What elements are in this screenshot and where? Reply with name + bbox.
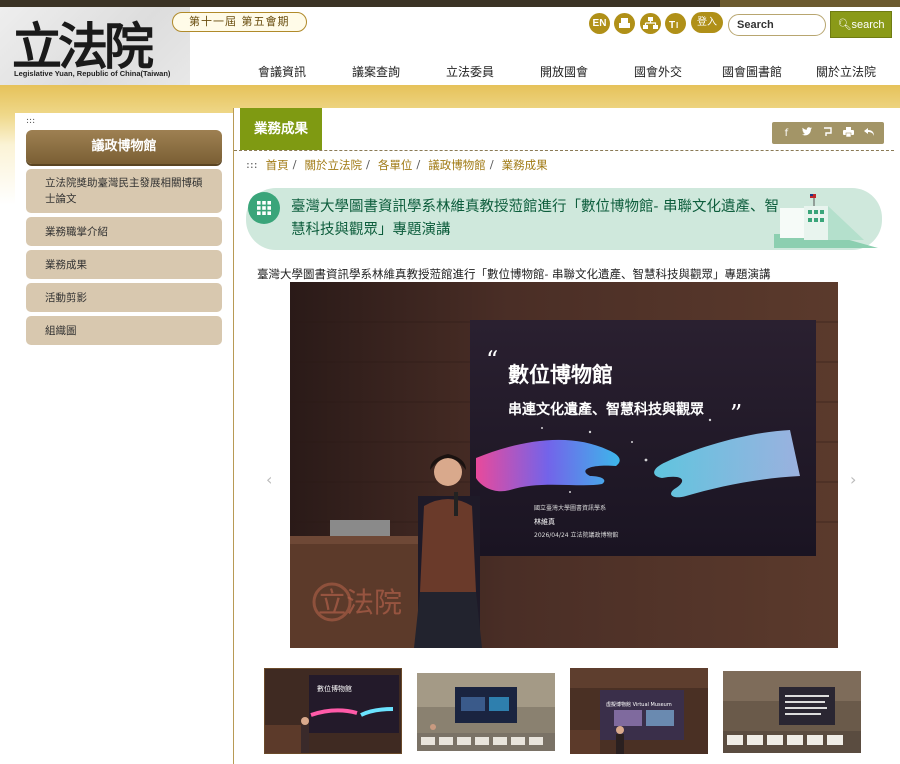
main-content: 業務成果 f ::: 首頁 / 關於立法院 / 各單位 / 議政博物館 / 業務… [233, 108, 900, 764]
breadcrumb-current[interactable]: 業務成果 [502, 157, 548, 173]
search-input[interactable] [728, 14, 826, 36]
main-photo[interactable]: “ 數位博物館 串連文化遺產、智慧科技與觀眾 ” 國立臺灣大學圖書資訊學系 林維… [290, 282, 838, 648]
slide-subtitle: 串連文化遺產、智慧科技與觀眾 [508, 401, 704, 418]
thumbnail-3[interactable]: 虛擬博物館 Virtual Museum [570, 668, 708, 754]
search-button-label: search [851, 19, 885, 31]
twitter-icon[interactable] [798, 127, 816, 139]
accessibility-icon[interactable] [614, 13, 635, 34]
print-icon[interactable] [840, 126, 858, 140]
svg-text:”: ” [730, 400, 742, 428]
sidebar-item-org-chart[interactable]: 組織圖 [26, 316, 222, 345]
facebook-icon[interactable]: f [777, 128, 795, 139]
page-title-box: 臺灣大學圖書資訊學系林維真教授蒞館進行「數位博物館- 串聯文化遺產、智慧科技與觀… [246, 188, 882, 250]
nav-item-library[interactable]: 國會圖書館 [705, 63, 799, 83]
thumbnail-strip: 數位博物館 虛擬博物館 Virtual Museum [264, 668, 864, 758]
sidebar-accesskey[interactable]: ::: [26, 116, 35, 126]
sidebar-item-duties[interactable]: 業務職掌介紹 [26, 217, 222, 246]
top-bar-accent [720, 0, 900, 7]
main-nav: 會議資訊 議案查詢 立法委員 開放國會 國會外交 國會圖書館 關於立法院 [235, 63, 900, 83]
svg-text:T: T [669, 20, 675, 31]
sidebar-item-events[interactable]: 活動剪影 [26, 283, 222, 312]
breadcrumb-separator: / [489, 157, 494, 171]
thumbnail-2[interactable] [417, 673, 555, 751]
share-toolbar: f [772, 122, 884, 144]
photo-caption: 臺灣大學圖書資訊學系林維真教授蒞館進行「數位博物館- 串聯文化遺產、智慧科技與觀… [257, 267, 771, 281]
nav-item-legislators[interactable]: 立法委員 [423, 63, 517, 83]
nav-item-bills[interactable]: 議案查詢 [329, 63, 423, 83]
chevron-left-icon[interactable]: ‹ [266, 470, 272, 489]
sitemap-icon[interactable] [640, 13, 661, 34]
logo-english-name: Legislative Yuan, Republic of China(Taiw… [14, 69, 171, 78]
nav-item-open-parliament[interactable]: 開放國會 [517, 63, 611, 83]
building-illustration-icon [774, 194, 878, 248]
search-button[interactable]: 🔍︎search [830, 11, 892, 38]
thumbnail-4[interactable] [723, 671, 861, 753]
chevron-right-icon[interactable]: › [850, 470, 856, 489]
breadcrumb-units[interactable]: 各單位 [378, 157, 413, 173]
site-logo[interactable]: 立法院 Legislative Yuan, Republic of China(… [0, 7, 190, 85]
nav-item-meetings[interactable]: 會議資訊 [235, 63, 329, 83]
nav-item-about[interactable]: 關於立法院 [799, 63, 893, 83]
breadcrumb-separator: / [292, 157, 297, 171]
login-button[interactable]: 登入 [691, 12, 723, 33]
breadcrumb-museum[interactable]: 議政博物館 [428, 157, 486, 173]
sidebar-item-thesis-grant[interactable]: 立法院獎助臺灣民主發展相關博碩士論文 [26, 169, 222, 213]
slide-affiliation: 國立臺灣大學圖書資訊學系 [534, 504, 606, 512]
nav-item-diplomacy[interactable]: 國會外交 [611, 63, 705, 83]
slide-date-venue: 2026/04/24 立法院議政博物館 [534, 531, 619, 539]
tab-divider [234, 150, 894, 151]
breadcrumb-separator: / [366, 157, 370, 171]
svg-text:“: “ [486, 346, 498, 374]
lectern-logo: 立法院 [318, 586, 402, 619]
back-icon[interactable] [861, 127, 879, 140]
plurk-icon[interactable] [819, 126, 837, 140]
content-tab-achievements: 業務成果 [240, 108, 322, 150]
search-icon: 🔍︎ [837, 19, 852, 31]
sidebar-title[interactable]: 議政博物館 [26, 130, 222, 164]
breadcrumb: ::: 首頁 / 關於立法院 / 各單位 / 議政博物館 / 業務成果 [246, 157, 548, 173]
page-title: 臺灣大學圖書資訊學系林維真教授蒞館進行「數位博物館- 串聯文化遺產、智慧科技與觀… [291, 199, 780, 238]
font-size-icon[interactable]: TI [665, 13, 686, 34]
sidebar-item-achievements[interactable]: 業務成果 [26, 250, 222, 279]
breadcrumb-home[interactable]: 首頁 [266, 157, 289, 173]
thumbnail-3-slide-title: 虛擬博物館 Virtual Museum [606, 701, 672, 708]
sidebar: ::: 議政博物館 立法院獎助臺灣民主發展相關博碩士論文 業務職掌介紹 業務成果… [15, 113, 233, 764]
thumbnail-1-slide-title: 數位博物館 [317, 684, 352, 693]
thumbnail-1[interactable]: 數位博物館 [264, 668, 402, 754]
english-toggle-button[interactable]: EN [589, 13, 610, 34]
breadcrumb-about[interactable]: 關於立法院 [305, 157, 363, 173]
breadcrumb-accesskey[interactable]: ::: [246, 157, 266, 173]
svg-text:I: I [676, 21, 678, 30]
grid-icon [248, 192, 280, 224]
breadcrumb-separator: / [416, 157, 421, 171]
slide-title: 數位博物館 [508, 362, 613, 387]
session-badge: 第十一屆 第五會期 [172, 12, 307, 32]
